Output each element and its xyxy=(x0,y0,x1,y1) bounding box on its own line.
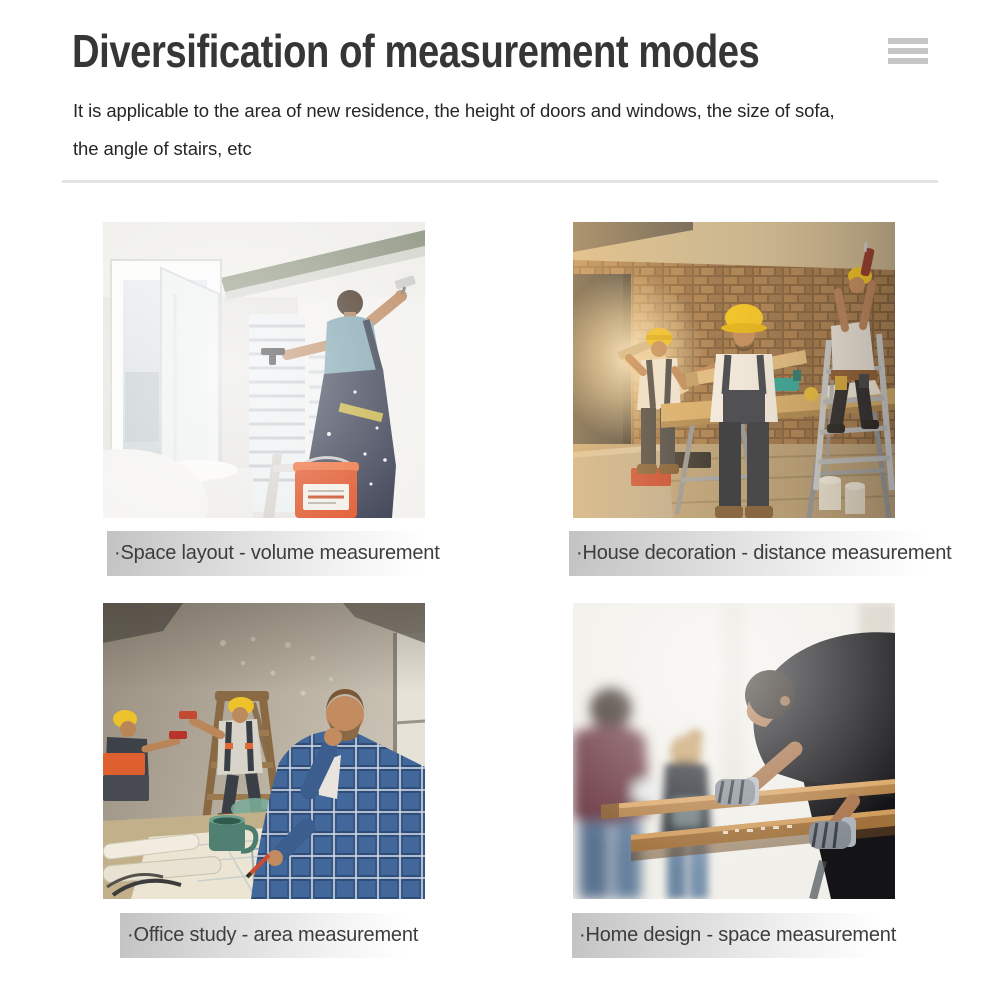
subtitle-line-2: the angle of stairs, etc xyxy=(73,138,252,159)
photo-home-design xyxy=(573,603,895,899)
photo-house-decoration xyxy=(573,222,895,518)
photo-home-design-illustration xyxy=(573,603,895,899)
menu-icon-bar xyxy=(888,48,928,54)
menu-icon-bar xyxy=(888,38,928,44)
page-title: Diversification of measurement modes xyxy=(72,25,760,77)
photo-space-layout xyxy=(103,222,425,518)
photo-office-study-illustration xyxy=(103,603,425,899)
caption-house-decoration: ·House decoration - distance measurement xyxy=(569,531,990,576)
page-subtitle: It is applicable to the area of new resi… xyxy=(73,92,835,168)
menu-icon-bar xyxy=(888,58,928,64)
caption-office-study: ·Office study - area measurement xyxy=(120,913,457,958)
photo-house-decoration-illustration xyxy=(573,222,895,518)
caption-home-design: ·Home design - space measurement xyxy=(572,913,935,958)
product-detail-infographic: Diversification of measurement modes It … xyxy=(0,0,1000,1000)
photo-office-study xyxy=(103,603,425,899)
caption-space-layout: ·Space layout - volume measurement xyxy=(107,531,478,576)
hamburger-menu-icon xyxy=(888,38,928,64)
subtitle-line-1: It is applicable to the area of new resi… xyxy=(73,100,835,121)
divider xyxy=(62,180,938,183)
photo-space-layout-illustration xyxy=(103,222,425,518)
